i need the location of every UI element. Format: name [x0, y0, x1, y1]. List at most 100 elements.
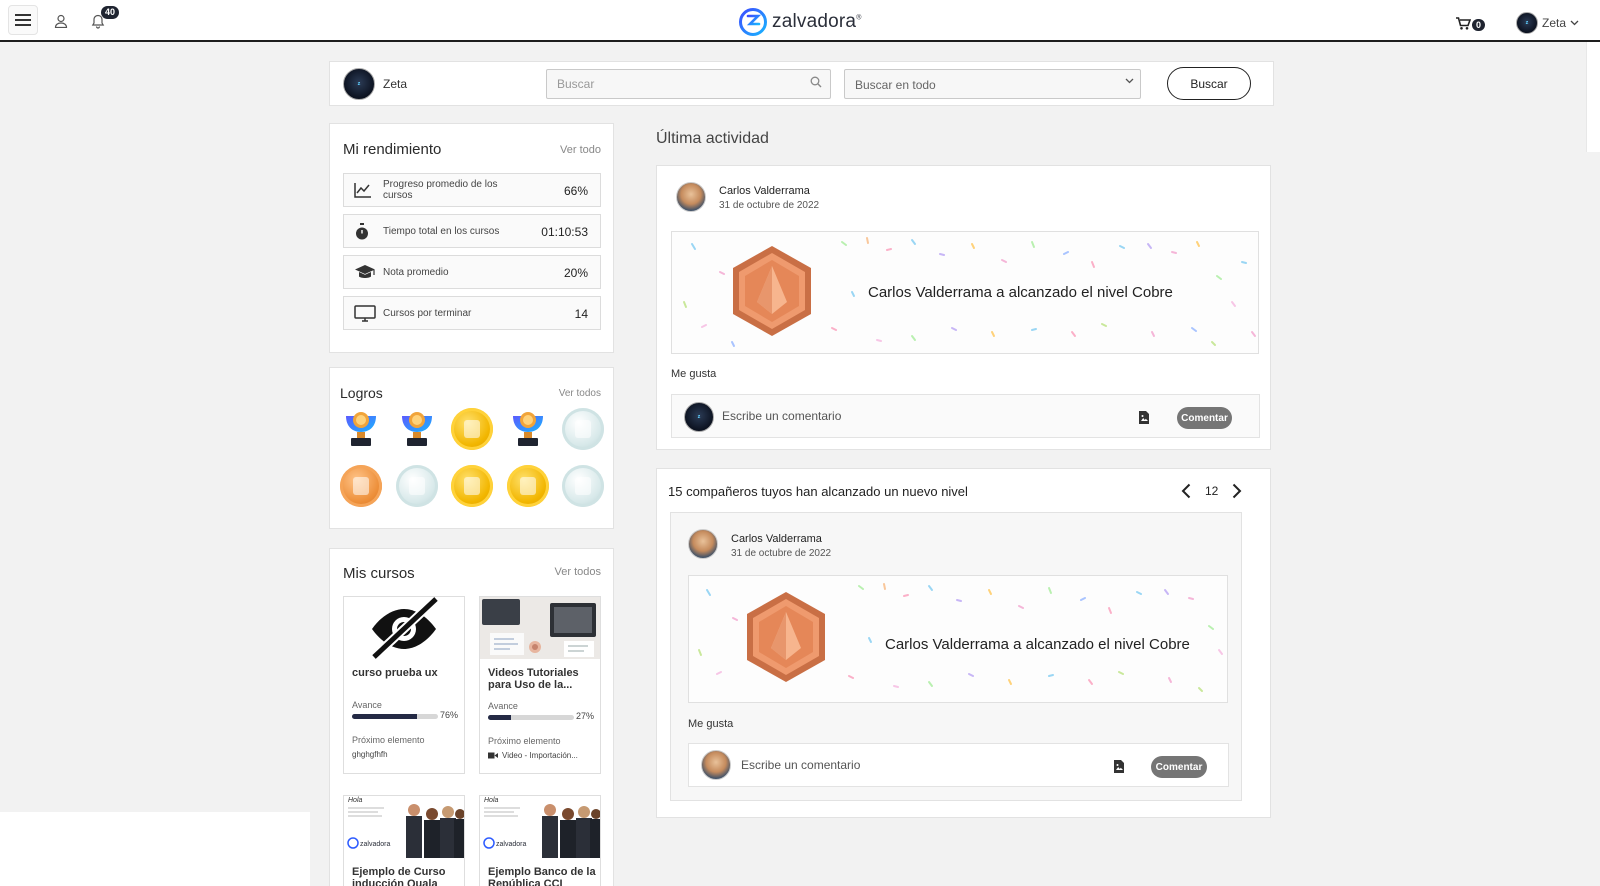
courses-see-all-link[interactable]: Ver todos — [555, 566, 601, 578]
bronze-medal-badge-icon[interactable] — [340, 465, 382, 507]
course-progress-bar — [352, 714, 438, 719]
stat-label: Cursos por terminar — [383, 308, 472, 319]
course-thumbnail — [344, 597, 464, 659]
search-scope-select[interactable]: Buscar en todo — [844, 69, 1141, 99]
z-icon: ᶻ — [697, 412, 701, 422]
silver-medal-badge-icon[interactable] — [562, 465, 604, 507]
post-date: 31 de octubre de 2022 — [731, 548, 832, 559]
search-input[interactable] — [546, 69, 831, 99]
author-avatar[interactable] — [688, 529, 718, 559]
cart-count-badge: 0 — [1472, 19, 1486, 31]
z-icon: ᶻ — [1525, 18, 1529, 28]
attach-image-icon[interactable] — [1113, 759, 1125, 774]
attach-image-icon[interactable] — [1138, 410, 1150, 425]
course-next-label: Próximo elemento — [352, 735, 425, 745]
comment-input[interactable] — [722, 406, 1102, 426]
course-progress-value: 27% — [575, 711, 594, 721]
medal-emblem — [353, 477, 369, 495]
monitor-icon — [354, 305, 376, 322]
thumbnail-brand: zalvadora — [360, 841, 391, 848]
search-button[interactable]: Buscar — [1167, 67, 1251, 100]
chevron-down-icon — [1570, 20, 1579, 26]
course-thumbnail: Hola zalvadora — [344, 796, 464, 858]
comment-submit-button[interactable]: Comentar — [1151, 756, 1207, 778]
stat-total-time: Tiempo total en los cursos 01:10:53 — [343, 214, 601, 248]
zalvadora-logo[interactable]: zalvadora® — [738, 7, 862, 37]
shopping-cart-icon — [1456, 16, 1471, 30]
author-avatar[interactable] — [676, 182, 706, 212]
activity-title: Última actividad — [656, 130, 769, 147]
course-name: Ejemplo Banco de la República CCI — [488, 866, 596, 886]
eye-slash-icon — [370, 597, 440, 659]
desk-photo-thumbnail — [480, 597, 600, 659]
achievements-see-all-link[interactable]: Ver todos — [559, 388, 601, 399]
post-author[interactable]: Carlos Valderrama — [731, 533, 822, 545]
stat-courses-remaining: Cursos por terminar 14 — [343, 296, 601, 330]
user-menu-name: Zeta — [1542, 16, 1567, 30]
performance-see-all-link[interactable]: Ver todo — [560, 144, 601, 156]
stat-value: 14 — [574, 307, 588, 321]
commenter-avatar: ᶻ — [684, 402, 714, 432]
medal-emblem — [575, 477, 591, 495]
course-next-value: ghghgfhfh — [352, 750, 388, 759]
performance-card: Mi rendimiento Ver todo Progreso promedi… — [329, 123, 614, 353]
silver-medal-badge-icon[interactable] — [562, 408, 604, 450]
team-photo-thumbnail — [344, 796, 464, 858]
gold-medal-badge-icon[interactable] — [451, 465, 493, 507]
trophy-badge-icon[interactable] — [507, 408, 549, 450]
course-card[interactable]: Hola zalvadora Ejemplo de Curso inducció… — [343, 795, 465, 886]
trophy-badge-icon[interactable] — [340, 408, 382, 450]
search-icon — [810, 76, 822, 88]
like-button[interactable]: Me gusta — [688, 718, 733, 730]
team-photo-thumbnail — [480, 796, 600, 858]
medal-emblem — [408, 477, 425, 495]
user-icon — [54, 14, 68, 28]
page-scrollbar[interactable] — [1586, 42, 1600, 152]
search-bar-user: ᶻ Zeta — [343, 68, 407, 100]
stat-label: Tiempo total en los cursos — [383, 226, 500, 237]
stat-value: 20% — [563, 266, 588, 280]
comment-submit-button[interactable]: Comentar — [1177, 407, 1232, 429]
stat-average-grade: Nota promedio 20% — [343, 255, 601, 289]
course-name: curso prueba ux — [352, 667, 438, 679]
gold-medal-badge-icon[interactable] — [506, 465, 549, 507]
post-author[interactable]: Carlos Valderrama — [719, 185, 810, 197]
trophy-badge-icon[interactable] — [396, 408, 438, 450]
like-button[interactable]: Me gusta — [671, 368, 716, 380]
thumbnail-greeting: Hola — [484, 797, 499, 804]
course-card[interactable]: Videos Tutoriales para Uso de la... Avan… — [479, 596, 601, 774]
search-bar-avatar: ᶻ — [343, 68, 375, 100]
gold-medal-badge-icon[interactable] — [451, 408, 493, 450]
course-card[interactable]: curso prueba ux Avance 76% Próximo eleme… — [343, 596, 465, 774]
search-bar: ᶻ Zeta Buscar en todo Buscar — [329, 61, 1274, 106]
profile-button[interactable] — [51, 11, 71, 31]
silver-medal-badge-icon[interactable] — [395, 465, 438, 507]
course-progress-label: Avance — [488, 701, 518, 711]
commenter-avatar — [701, 750, 731, 780]
chart-line-icon — [354, 183, 371, 198]
course-card[interactable]: Hola zalvadora Ejemplo Banco de la Repúb… — [479, 795, 601, 886]
logo-text: zalvadora® — [772, 11, 862, 32]
chevron-right-icon[interactable] — [1232, 483, 1242, 499]
achievements-card: Logros Ver todos — [329, 367, 614, 529]
stat-average-progress: Progreso promedio de los cursos 66% — [343, 173, 601, 207]
performance-title: Mi rendimiento — [343, 141, 442, 158]
course-progress-value: 76% — [439, 710, 458, 720]
user-menu[interactable]: ᶻ Zeta — [1516, 12, 1579, 34]
graduation-cap-icon — [355, 265, 375, 278]
cart-button[interactable]: 0 — [1456, 15, 1486, 31]
comment-input[interactable] — [741, 755, 1121, 775]
search-scope-value: Buscar en todo — [855, 78, 936, 92]
stat-label: Progreso promedio de los cursos — [383, 179, 498, 201]
chevron-left-icon[interactable] — [1181, 483, 1191, 499]
activity-post-card: Carlos Valderrama 31 de octubre de 2022 — [656, 165, 1271, 450]
course-progress-bar — [488, 715, 574, 720]
hamburger-menu-button[interactable] — [8, 5, 38, 35]
notifications-count-badge: 40 — [101, 6, 120, 19]
video-camera-icon — [488, 752, 498, 759]
stat-value: 01:10:53 — [541, 225, 588, 239]
course-name: Videos Tutoriales para Uso de la... — [488, 667, 579, 691]
group-activity-title: 15 compañeros tuyos han alcanzado un nue… — [668, 484, 968, 499]
courses-card: Mis cursos Ver todos curso prueba ux Ava… — [329, 548, 614, 886]
group-pager: 12 — [1181, 483, 1242, 499]
